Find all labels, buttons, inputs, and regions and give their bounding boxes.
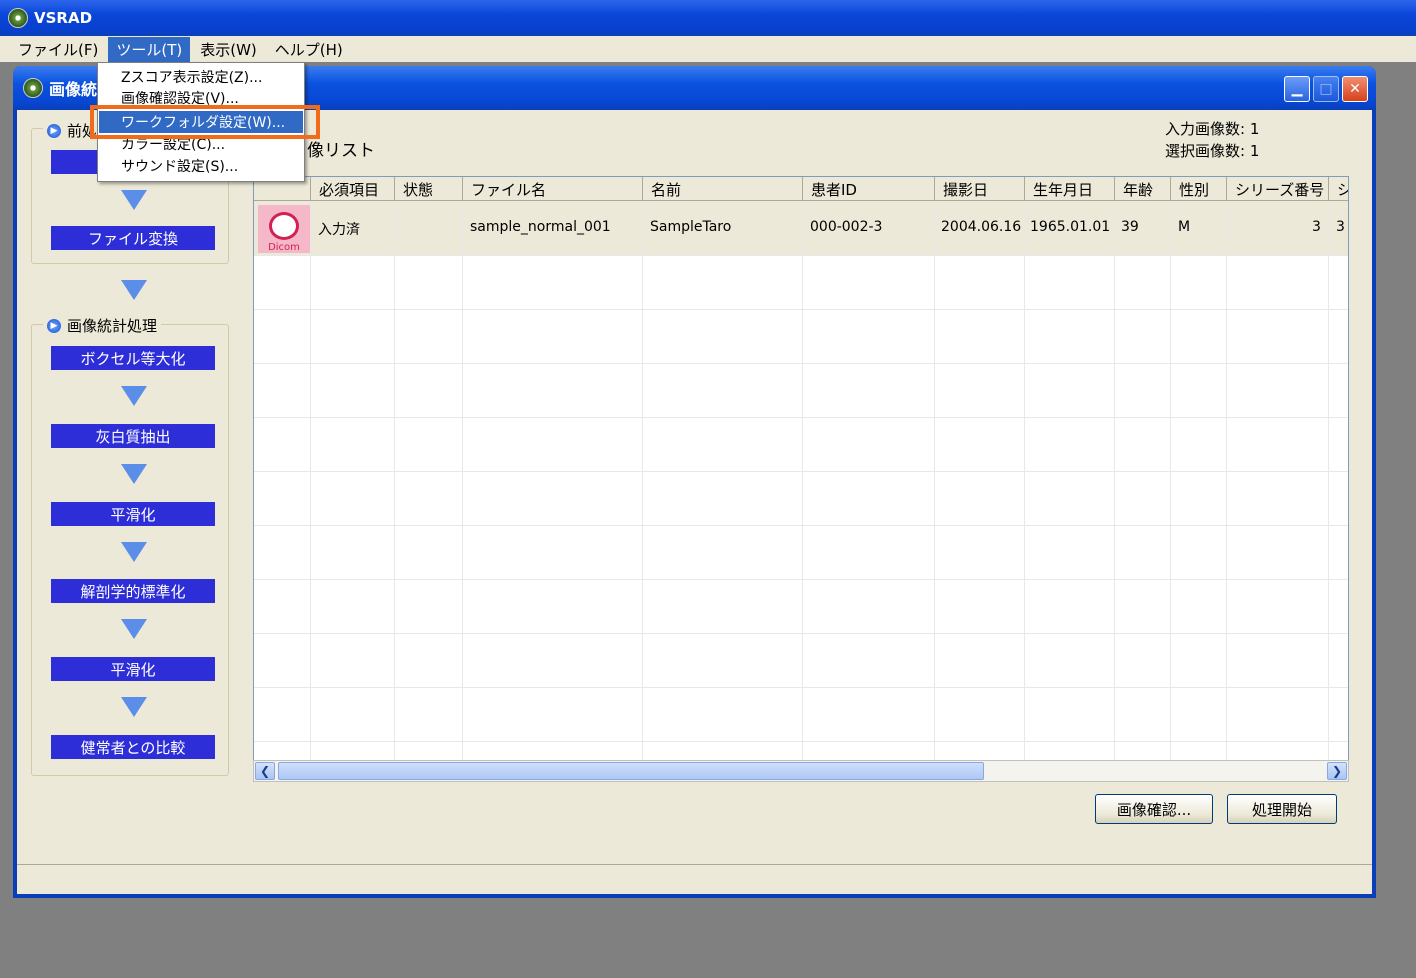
menu-tools[interactable]: ツール(T) xyxy=(108,36,191,62)
col-name[interactable]: 名前 xyxy=(642,177,802,201)
image-confirm-button[interactable]: 画像確認... xyxy=(1095,794,1213,824)
image-list-title: 像リスト xyxy=(307,141,375,161)
menu-file[interactable]: ファイル(F) xyxy=(10,37,106,62)
highlight-annotation-box xyxy=(90,105,320,139)
menu-item-sound-settings[interactable]: サウンド設定(S)... xyxy=(99,155,303,177)
image-table: 必須項目 状態 ファイル名 名前 患者ID 撮影日 生年月日 年齢 性別 シリー… xyxy=(253,176,1349,780)
menu-item-zscore-settings[interactable]: Zスコア表示設定(Z)... xyxy=(99,66,303,88)
cell-age: 39 xyxy=(1121,219,1139,235)
col-birth[interactable]: 生年月日 xyxy=(1024,177,1114,201)
arrow-down-icon xyxy=(121,386,147,406)
cell-patient-id: 000-002-3 xyxy=(810,219,883,235)
minimize-button[interactable]: ▁ xyxy=(1284,76,1310,102)
menubar: ファイル(F) ツール(T) 表示(W) ヘルプ(H) xyxy=(0,36,1416,62)
col-age[interactable]: 年齢 xyxy=(1114,177,1170,201)
bullet-icon: ▶ xyxy=(47,123,61,138)
arrow-down-icon xyxy=(121,619,147,639)
step-smoothing-1[interactable]: 平滑化 xyxy=(51,502,215,526)
arrow-down-icon xyxy=(121,190,147,210)
col-shot-date[interactable]: 撮影日 xyxy=(934,177,1024,201)
cell-birth: 1965.01.01 xyxy=(1030,219,1111,235)
bullet-icon: ▶ xyxy=(47,318,61,333)
arrow-down-icon xyxy=(121,280,147,300)
cell-series: 3 xyxy=(1312,219,1321,235)
close-button[interactable]: ✕ xyxy=(1342,76,1368,102)
app-titlebar: VSRAD xyxy=(0,0,1416,36)
cell-sex: M xyxy=(1178,219,1191,235)
step-smoothing-2[interactable]: 平滑化 xyxy=(51,657,215,681)
cell-shot-date: 2004.06.16 xyxy=(941,219,1022,235)
dicom-icon: Dicom xyxy=(258,205,310,253)
col-extra[interactable]: シ xyxy=(1328,177,1348,201)
scroll-right-button[interactable]: ❯ xyxy=(1327,762,1347,780)
step-gray-matter[interactable]: 灰白質抽出 xyxy=(51,424,215,448)
col-required[interactable]: 必須項目 xyxy=(310,177,394,201)
scroll-thumb[interactable] xyxy=(278,762,984,780)
arrow-down-icon xyxy=(121,697,147,717)
inner-window: 画像統 ▁ □ ✕ ▶ 前処理 ファイル変換 ▶ 画像統計処理 ボクセル等大化 … xyxy=(13,66,1376,898)
step-voxel-iso[interactable]: ボクセル等大化 xyxy=(51,346,215,370)
horizontal-scrollbar[interactable]: ❮ ❯ xyxy=(253,760,1349,782)
col-sex[interactable]: 性別 xyxy=(1170,177,1226,201)
table-header: 必須項目 状態 ファイル名 名前 患者ID 撮影日 生年月日 年齢 性別 シリー… xyxy=(254,177,1348,201)
app-title: VSRAD xyxy=(34,9,93,27)
cell-name: SampleTaro xyxy=(650,219,732,235)
selected-count: 選択画像数: 1 xyxy=(1165,142,1260,160)
cell-required: 入力済 xyxy=(318,222,360,238)
col-state[interactable]: 状態 xyxy=(394,177,462,201)
image-counts: 入力画像数: 1 選択画像数: 1 xyxy=(1165,118,1259,162)
stats-group-label: ▶ 画像統計処理 xyxy=(43,315,162,336)
inner-window-title: 画像統 xyxy=(49,80,98,99)
cell-extra: 3 xyxy=(1336,219,1345,235)
scroll-left-button[interactable]: ❮ xyxy=(255,762,275,780)
start-process-button[interactable]: 処理開始 xyxy=(1227,794,1337,824)
status-bar xyxy=(17,864,1372,894)
arrow-down-icon xyxy=(121,464,147,484)
window-logo-icon xyxy=(23,78,43,98)
menu-view[interactable]: 表示(W) xyxy=(192,37,265,62)
input-count: 入力画像数: 1 xyxy=(1165,120,1260,138)
maximize-button[interactable]: □ xyxy=(1313,76,1339,102)
col-filename[interactable]: ファイル名 xyxy=(462,177,642,201)
cell-filename: sample_normal_001 xyxy=(470,219,611,235)
col-series[interactable]: シリーズ番号 xyxy=(1226,177,1328,201)
col-patient-id[interactable]: 患者ID xyxy=(802,177,934,201)
app-logo-icon xyxy=(8,8,28,28)
menu-help[interactable]: ヘルプ(H) xyxy=(267,37,351,62)
inner-body: ▶ 前処理 ファイル変換 ▶ 画像統計処理 ボクセル等大化 灰白質抽出 平滑化 … xyxy=(17,110,1372,894)
arrow-down-icon xyxy=(121,542,147,562)
step-compare-normal[interactable]: 健常者との比較 xyxy=(51,735,215,759)
step-anatomical-norm[interactable]: 解剖学的標準化 xyxy=(51,579,215,603)
step-file-convert[interactable]: ファイル変換 xyxy=(51,226,215,250)
